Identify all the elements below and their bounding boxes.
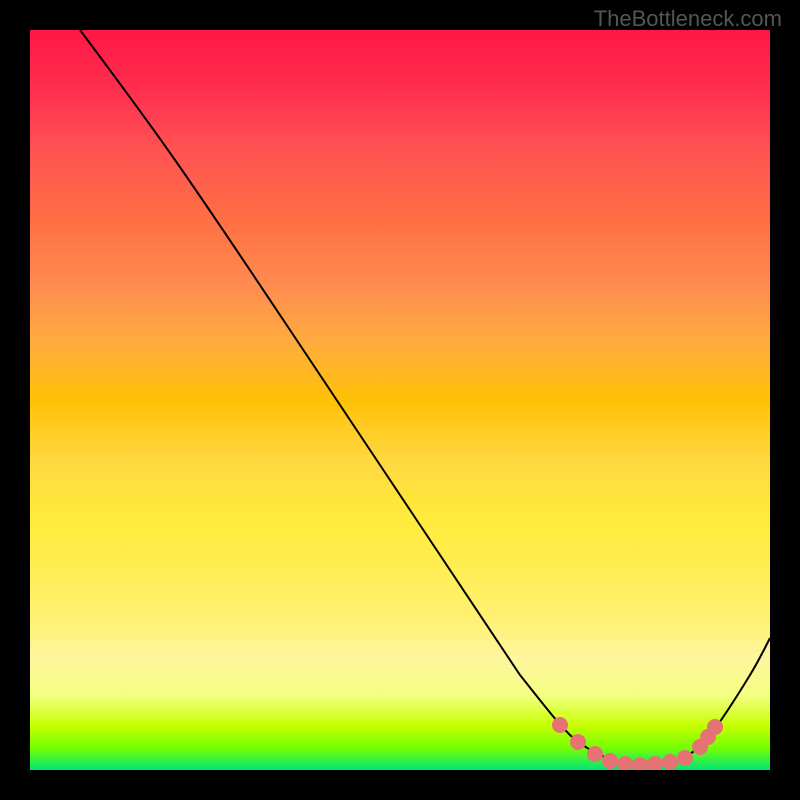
data-point <box>677 750 693 766</box>
bottleneck-curve <box>80 30 770 764</box>
data-point <box>617 756 633 770</box>
data-point <box>662 754 678 770</box>
chart-overlay <box>30 30 770 770</box>
data-point <box>647 756 663 770</box>
watermark-text: TheBottleneck.com <box>594 6 782 32</box>
data-point <box>587 746 603 762</box>
data-point <box>570 734 586 750</box>
data-point <box>707 719 723 735</box>
data-point <box>632 757 648 770</box>
data-point <box>552 717 568 733</box>
data-point <box>602 753 618 769</box>
